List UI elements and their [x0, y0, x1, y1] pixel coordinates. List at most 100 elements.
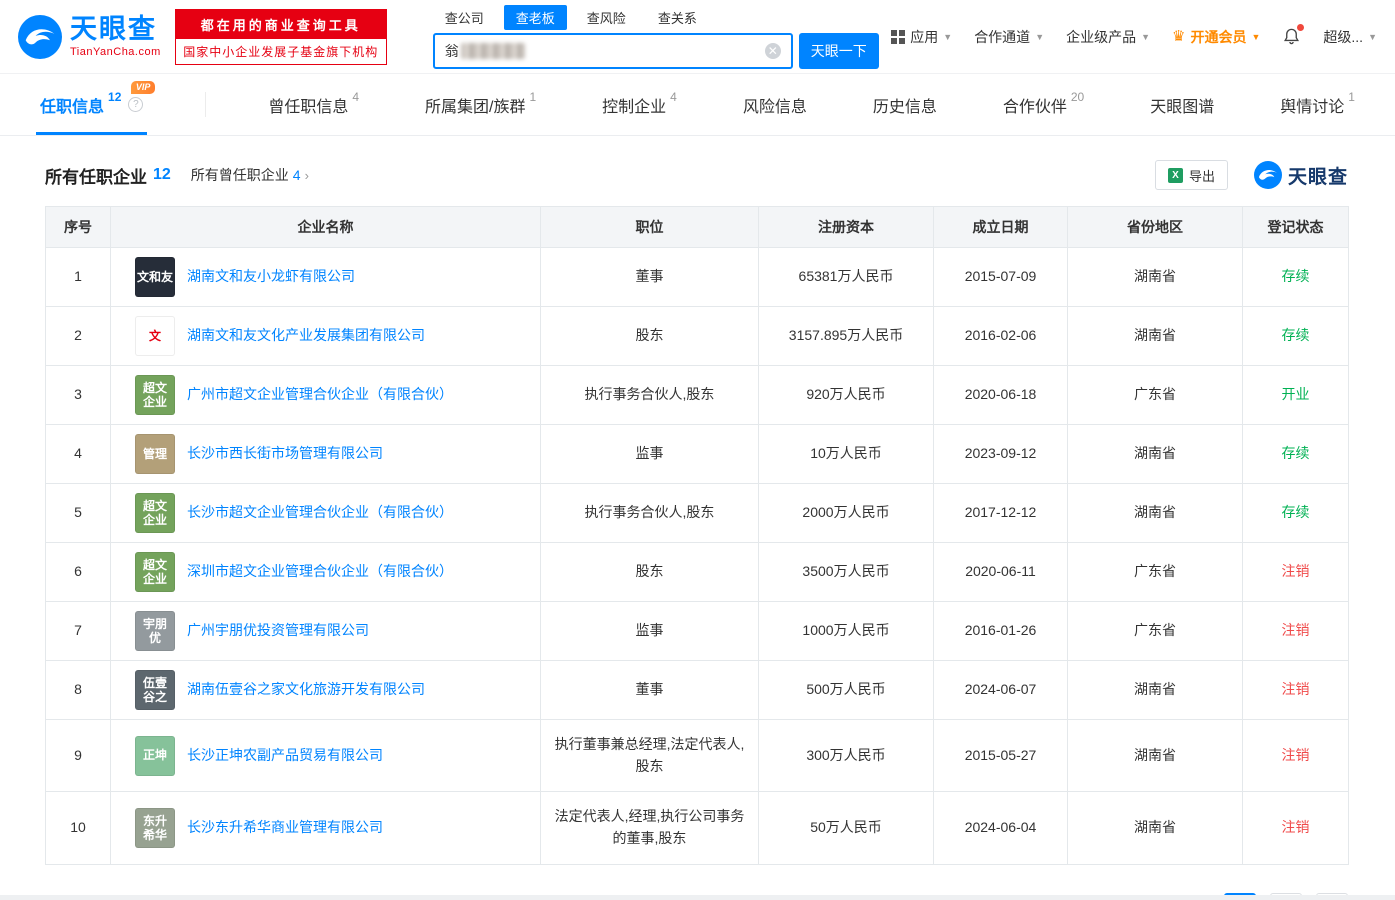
- search-tab-company[interactable]: 查公司: [433, 5, 496, 30]
- chevron-down-icon: ▼: [1368, 31, 1377, 42]
- search-button[interactable]: 天眼一下: [798, 32, 879, 69]
- nav-user-menu[interactable]: 超级... ▼: [1323, 27, 1377, 47]
- watermark-logo: 天眼查: [1253, 161, 1348, 189]
- slogan-line1: 都在用的商业查询工具: [175, 9, 386, 39]
- nav-apps[interactable]: 应用 ▼: [891, 27, 952, 47]
- province-cell: 湖南省: [1067, 483, 1243, 543]
- watermark-text: 天眼查: [1287, 166, 1348, 188]
- status-badge: 存续: [1242, 247, 1349, 307]
- company-logo: 正坤: [135, 735, 175, 776]
- row-index: 7: [45, 601, 111, 661]
- position-cell: 执行事务合伙人,股东: [540, 365, 759, 425]
- search-tab-boss[interactable]: 查老板: [503, 5, 567, 30]
- row-index: 2: [45, 306, 111, 366]
- company-link[interactable]: 长沙正坤农副产品贸易有限公司: [187, 745, 383, 767]
- section-title: 所有任职企业: [45, 167, 147, 187]
- company-link[interactable]: 广州宇朋优投资管理有限公司: [187, 620, 369, 642]
- date-cell: 2024-06-04: [933, 791, 1068, 865]
- col-index: 序号: [45, 206, 111, 248]
- positions-table: 序号 企业名称 职位 注册资本 成立日期 省份地区 登记状态 1 文和友 湖南文…: [45, 206, 1349, 865]
- search-tab-relation[interactable]: 查关系: [646, 5, 709, 30]
- company-link[interactable]: 湖南文和友小龙虾有限公司: [187, 266, 355, 288]
- chevron-down-icon: ▼: [1251, 31, 1261, 42]
- company-link[interactable]: 长沙市西长街市场管理有限公司: [187, 443, 383, 465]
- position-cell: 法定代表人,经理,执行公司事务的董事,股东: [540, 791, 759, 865]
- search-tab-risk[interactable]: 查风险: [575, 5, 638, 30]
- row-index: 1: [45, 247, 111, 307]
- brand-logo[interactable]: 天眼查 TianYanCha.com: [18, 14, 161, 59]
- company-logo: 伍壹 谷之: [135, 670, 175, 710]
- chevron-right-icon: ›: [304, 167, 309, 183]
- status-badge: 注销: [1242, 542, 1349, 602]
- date-cell: 2017-12-12: [933, 483, 1068, 543]
- search-input[interactable]: 翁 ✕: [432, 32, 793, 69]
- crown-icon: ♛: [1172, 28, 1186, 45]
- col-company: 企业名称: [110, 206, 541, 248]
- capital-cell: 3500万人民币: [758, 542, 934, 602]
- search-tabs: 查公司 查老板 查风险 查关系: [433, 5, 879, 31]
- tab-public-opinion[interactable]: 舆情讨论 1: [1276, 74, 1359, 135]
- table-row: 8 伍壹 谷之 湖南伍壹谷之家文化旅游开发有限公司 董事 500万人民币 202…: [45, 660, 1349, 720]
- excel-icon: X: [1167, 167, 1183, 183]
- status-badge: 存续: [1242, 483, 1349, 543]
- position-cell: 监事: [540, 601, 759, 661]
- row-index: 10: [45, 791, 111, 865]
- export-button[interactable]: X 导出: [1154, 160, 1228, 190]
- row-index: 9: [45, 718, 111, 793]
- nav-enterprise[interactable]: 企业级产品 ▼: [1066, 27, 1150, 47]
- chevron-down-icon: ▼: [1141, 31, 1151, 42]
- status-badge: 注销: [1242, 718, 1349, 793]
- col-position: 职位: [540, 206, 759, 248]
- province-cell: 湖南省: [1067, 424, 1243, 484]
- tab-past-position-info[interactable]: 曾任职信息 4: [264, 74, 363, 135]
- position-cell: 股东: [540, 542, 759, 602]
- tab-partners[interactable]: 合作伙伴 20: [999, 74, 1088, 135]
- date-cell: 2020-06-18: [933, 365, 1068, 425]
- table-row: 6 超文 企业 深圳市超文企业管理合伙企业（有限合伙） 股东 3500万人民币 …: [45, 542, 1349, 602]
- position-cell: 董事: [540, 247, 759, 307]
- company-link[interactable]: 湖南文和友文化产业发展集团有限公司: [187, 325, 425, 347]
- table-row: 7 宇朋 优 广州宇朋优投资管理有限公司 监事 1000万人民币 2016-01…: [45, 601, 1349, 661]
- capital-cell: 2000万人民币: [758, 483, 934, 543]
- header: 天眼查 TianYanCha.com 都在用的商业查询工具 国家中小企业发展子基…: [0, 0, 1395, 74]
- date-cell: 2016-02-06: [933, 306, 1068, 366]
- row-index: 8: [45, 660, 111, 720]
- notification-dot: [1297, 24, 1305, 31]
- company-link[interactable]: 长沙东升希华商业管理有限公司: [187, 817, 383, 839]
- main-content: 所有任职企业 12 所有曾任职企业 4 › X 导出 天眼查 序号 企业名称 职…: [0, 136, 1395, 900]
- tianyancha-watermark-icon: [1253, 161, 1282, 189]
- company-link[interactable]: 深圳市超文企业管理合伙企业（有限合伙）: [187, 561, 453, 583]
- slogan-line2: 国家中小企业发展子基金旗下机构: [175, 38, 386, 64]
- capital-cell: 50万人民币: [758, 791, 934, 865]
- status-badge: 存续: [1242, 306, 1349, 366]
- table-row: 9 正坤 长沙正坤农副产品贸易有限公司 执行董事兼总经理,法定代表人,股东 30…: [45, 718, 1349, 793]
- status-badge: 注销: [1242, 791, 1349, 865]
- col-province: 省份地区: [1067, 206, 1243, 248]
- company-link[interactable]: 广州市超文企业管理合伙企业（有限合伙）: [187, 384, 453, 406]
- capital-cell: 1000万人民币: [758, 601, 934, 661]
- nav-cooperation[interactable]: 合作通道 ▼: [974, 27, 1044, 47]
- company-link[interactable]: 湖南伍壹谷之家文化旅游开发有限公司: [187, 679, 425, 701]
- date-cell: 2023-09-12: [933, 424, 1068, 484]
- tab-risk-info[interactable]: 风险信息: [739, 74, 811, 135]
- tab-position-info[interactable]: 任职信息 12 VIP ?: [36, 74, 156, 135]
- nav-open-vip[interactable]: ♛ 开通会员 ▼: [1172, 27, 1260, 47]
- row-index: 4: [45, 424, 111, 484]
- brand-domain: TianYanCha.com: [70, 45, 161, 58]
- capital-cell: 10万人民币: [758, 424, 934, 484]
- help-icon[interactable]: ?: [128, 97, 144, 112]
- tab-history-info[interactable]: 历史信息: [869, 74, 941, 135]
- tab-group-family[interactable]: 所属集团/族群 1: [421, 74, 540, 135]
- notification-bell-icon[interactable]: [1282, 24, 1305, 46]
- clear-icon[interactable]: ✕: [764, 42, 781, 59]
- grid-icon: [891, 29, 906, 44]
- province-cell: 湖南省: [1067, 306, 1243, 366]
- footer-edge: [0, 895, 1395, 900]
- tab-controlled-companies[interactable]: 控制企业 4: [598, 74, 681, 135]
- table-row: 5 超文 企业 长沙市超文企业管理合伙企业（有限合伙） 执行事务合伙人,股东 2…: [45, 483, 1349, 543]
- past-positions-link[interactable]: 所有曾任职企业 4 ›: [191, 165, 309, 185]
- province-cell: 广东省: [1067, 542, 1243, 602]
- section-count: 12: [153, 166, 171, 183]
- company-link[interactable]: 长沙市超文企业管理合伙企业（有限合伙）: [187, 502, 453, 524]
- tab-graph[interactable]: 天眼图谱: [1146, 74, 1218, 135]
